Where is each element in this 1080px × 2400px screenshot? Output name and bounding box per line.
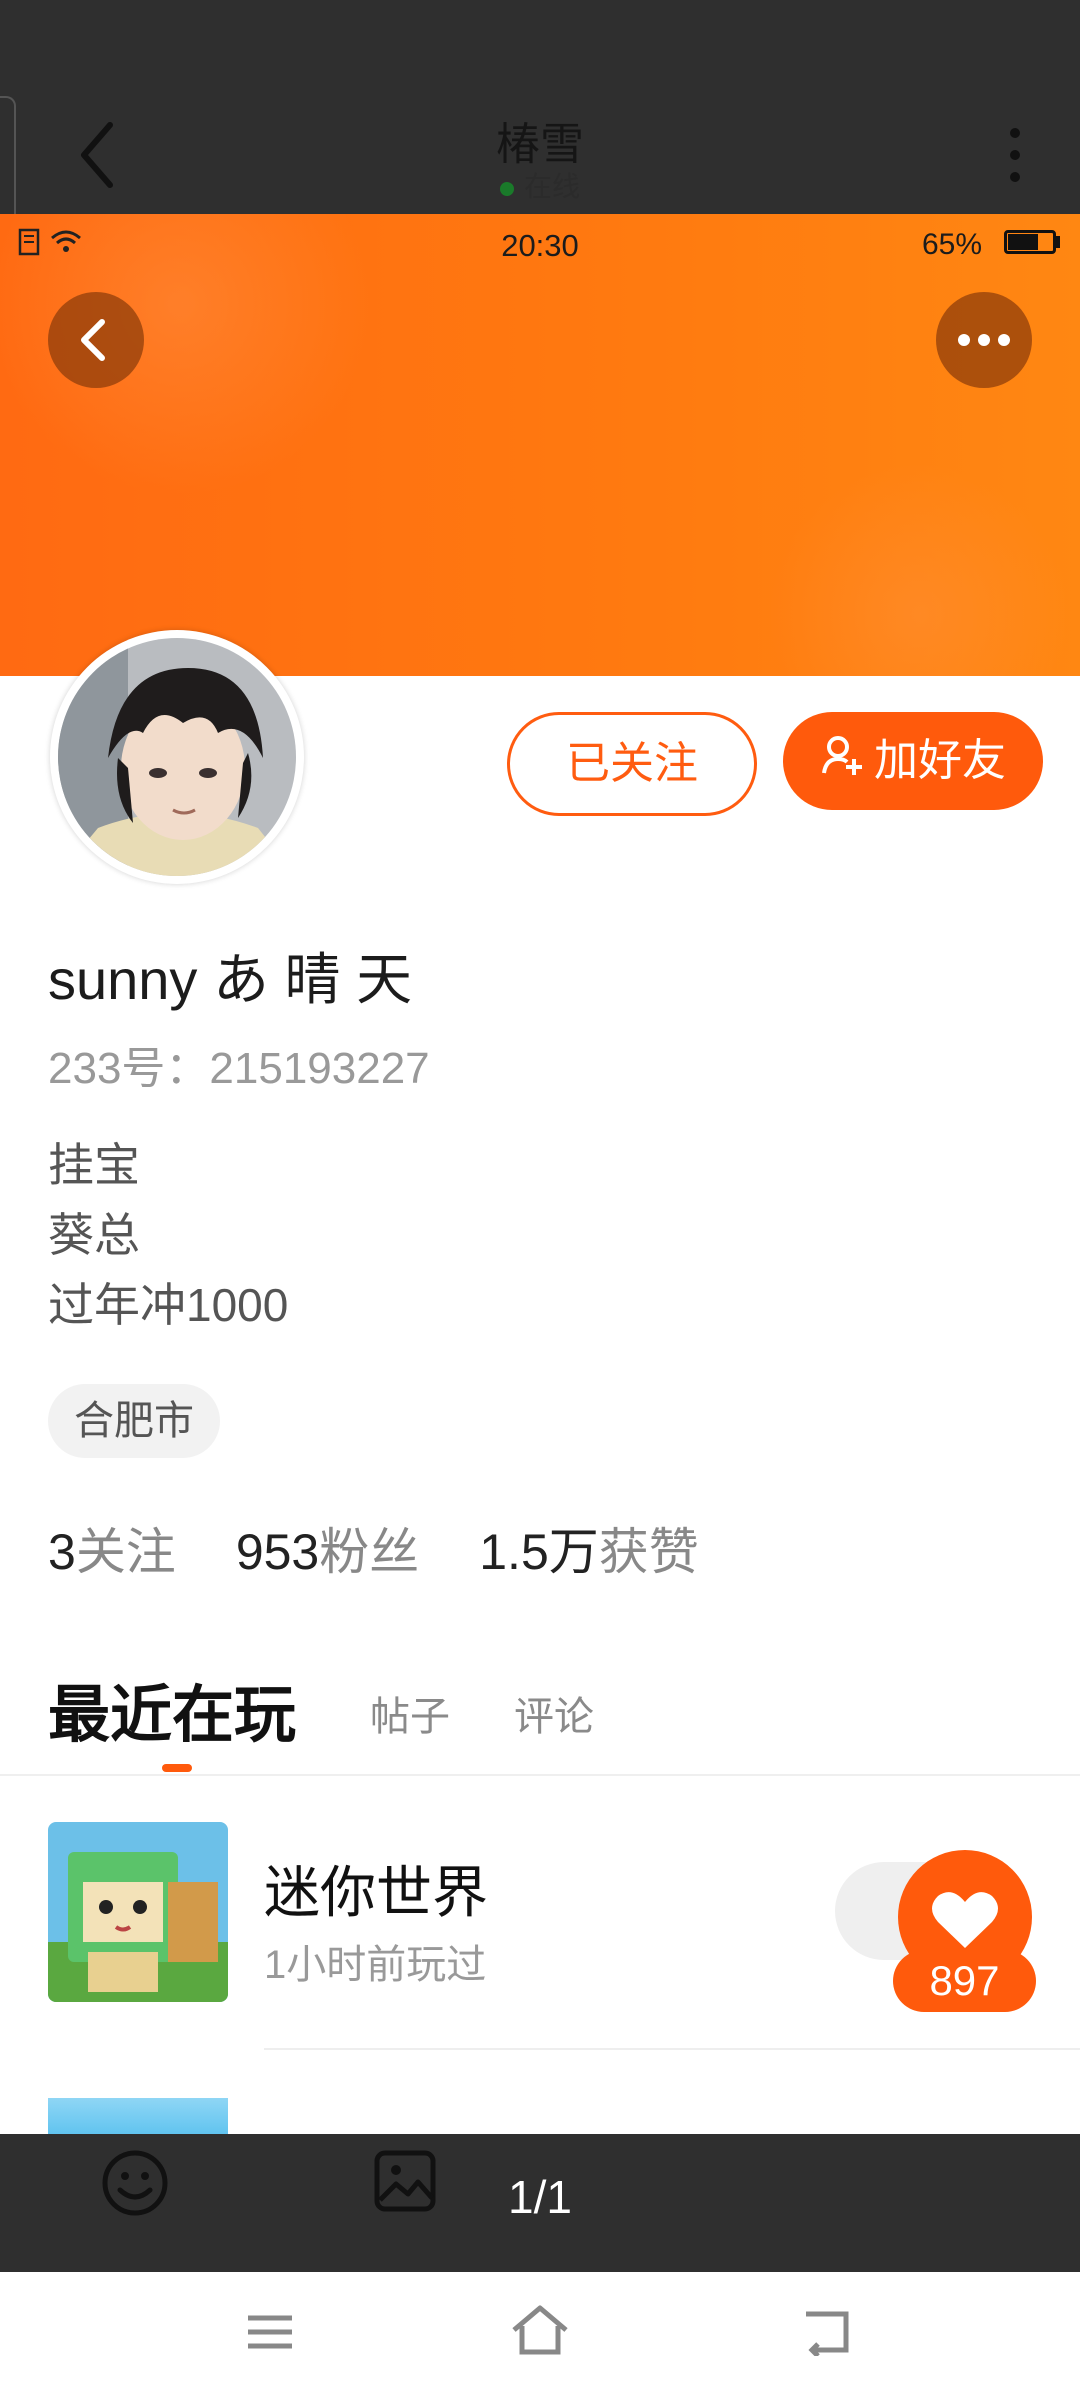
tabs-divider (0, 1774, 1080, 1776)
bio-line: 过年冲1000 (48, 1279, 289, 1331)
following-count[interactable]: 3 (48, 1524, 76, 1580)
following-label[interactable]: 关注 (76, 1524, 176, 1580)
like-count: 897 (893, 1950, 1036, 2012)
back-button[interactable] (48, 292, 144, 388)
likes-label: 获赞 (598, 1524, 699, 1580)
bio-line: 挂宝 (48, 1139, 140, 1191)
battery-level (1008, 234, 1038, 250)
profile-stats: 3关注 953粉丝 1.5万获赞 (48, 1512, 759, 1584)
game-icon[interactable] (48, 1822, 228, 2002)
battery-percent: 65% (922, 228, 983, 261)
viewer-more-icon[interactable] (1000, 128, 1030, 188)
likes-count: 1.5万 (479, 1524, 599, 1580)
page-indicator: 1/1 (508, 2171, 572, 2223)
add-friend-button[interactable]: 加好友 (783, 712, 1043, 810)
online-dot-icon (499, 181, 514, 196)
location-tag: 合肥市 (48, 1384, 220, 1458)
tab-recent-playing[interactable]: 最近在玩 (48, 1664, 296, 1754)
status-time: 20:30 (501, 228, 579, 263)
list-divider (264, 2048, 1080, 2050)
add-friend-label: 加好友 (874, 736, 1006, 785)
online-status-label: 在线 (523, 171, 580, 202)
profile-header-banner (0, 214, 1080, 676)
game-last-played: 1小时前玩过 (264, 1943, 487, 1987)
game-name[interactable]: 迷你世界 (264, 1848, 488, 1929)
tab-posts[interactable]: 帖子 (370, 1684, 450, 1742)
fans-label[interactable]: 粉丝 (319, 1524, 419, 1580)
home-icon[interactable] (510, 2304, 570, 2358)
battery-tip (1056, 236, 1060, 248)
game-icon-partial[interactable] (48, 2098, 228, 2138)
add-user-icon (820, 714, 864, 812)
menu-icon[interactable] (244, 2310, 296, 2354)
avatar[interactable] (58, 638, 296, 876)
tab-comments[interactable]: 评论 (514, 1684, 594, 1742)
online-status: 在线 (0, 165, 1080, 205)
viewer-title: 椿雪 (496, 120, 584, 169)
active-tab-indicator (162, 1764, 192, 1772)
more-options-button[interactable] (936, 292, 1032, 388)
followed-button[interactable]: 已关注 (507, 712, 757, 816)
more-dots-icon (958, 334, 1010, 346)
user-id: 233号：215193227 (48, 1044, 430, 1093)
bio-line: 葵总 (48, 1209, 140, 1261)
fans-count[interactable]: 953 (236, 1524, 319, 1580)
back-icon (81, 319, 105, 361)
nav-back-icon[interactable] (800, 2308, 852, 2358)
bio: 挂宝 葵总 过年冲1000 (48, 1130, 288, 1340)
username: sunny あ 晴 天 (48, 948, 413, 1011)
